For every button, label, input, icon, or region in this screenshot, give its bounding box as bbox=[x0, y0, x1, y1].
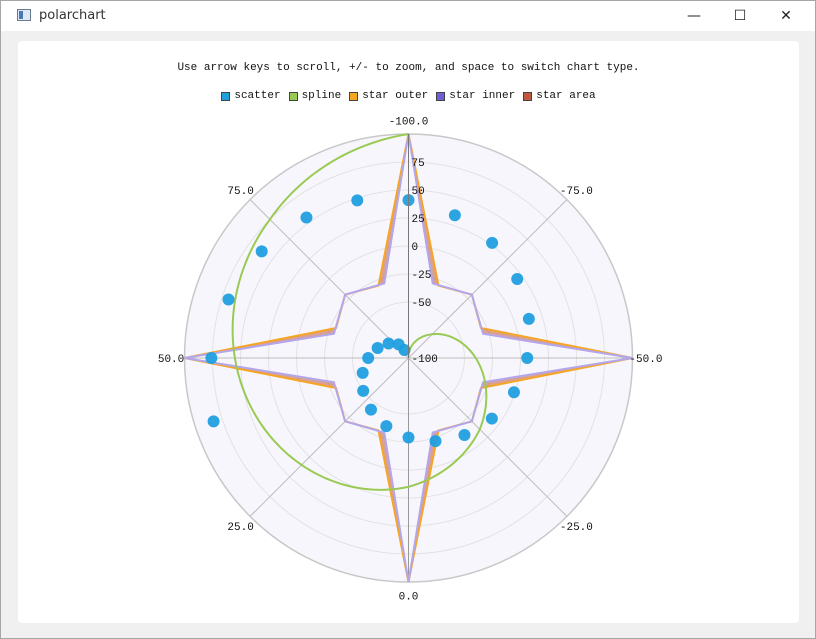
window-title: polarchart bbox=[39, 8, 106, 23]
app-icon bbox=[17, 9, 31, 21]
scatter-point bbox=[357, 384, 370, 397]
angular-tick-label: 75.0 bbox=[227, 186, 253, 198]
radial-tick-label: 0 bbox=[412, 242, 419, 254]
angular-tick-label: -100.0 bbox=[389, 117, 429, 129]
radial-tick-label: 50 bbox=[412, 186, 425, 198]
scatter-point bbox=[486, 236, 499, 249]
scatter-point bbox=[364, 403, 377, 416]
angular-tick-label: -75.0 bbox=[560, 186, 593, 198]
app-window: polarchart — ☐ ✕ Use arrow keys to scrol… bbox=[0, 0, 816, 639]
scatter-point bbox=[255, 245, 268, 258]
close-button[interactable]: ✕ bbox=[763, 1, 809, 31]
scatter-point bbox=[485, 412, 498, 425]
radial-tick-label: 25 bbox=[412, 214, 425, 226]
scatter-point bbox=[511, 273, 524, 286]
maximize-button[interactable]: ☐ bbox=[717, 1, 763, 31]
scatter-point bbox=[362, 352, 375, 364]
scatter-point bbox=[382, 337, 395, 350]
chart-view[interactable]: Use arrow keys to scroll, +/- to zoom, a… bbox=[18, 41, 799, 623]
scatter-point bbox=[402, 431, 415, 444]
scatter-point bbox=[300, 211, 313, 224]
scatter-point bbox=[458, 429, 471, 442]
scatter-point bbox=[371, 341, 384, 354]
minimize-button[interactable]: — bbox=[671, 1, 717, 31]
radial-tick-label: -100 bbox=[412, 354, 438, 366]
scatter-point bbox=[429, 435, 442, 448]
scatter-point bbox=[522, 312, 535, 325]
radial-tick-label: 75 bbox=[412, 158, 425, 170]
scatter-point bbox=[351, 194, 364, 207]
angular-tick-label: -25.0 bbox=[560, 522, 593, 534]
angular-tick-label: 0.0 bbox=[399, 591, 419, 603]
radial-tick-label: -25 bbox=[412, 270, 432, 282]
radial-tick-label: -50 bbox=[412, 298, 432, 310]
scatter-point bbox=[448, 209, 461, 222]
polar-plot-area: -100.0 -75.0 -50.0 -25.0 0.0 25.0 50.0 75.0 75 50… bbox=[158, 117, 663, 604]
scatter-point bbox=[222, 293, 235, 306]
title-bar[interactable]: polarchart — ☐ ✕ bbox=[1, 1, 815, 31]
scatter-point bbox=[521, 352, 534, 364]
angular-tick-label: 50.0 bbox=[158, 354, 184, 366]
angular-tick-label: 25.0 bbox=[227, 522, 253, 534]
scatter-point bbox=[507, 386, 520, 399]
angular-tick-label: -50.0 bbox=[629, 354, 662, 366]
scatter-point bbox=[205, 352, 218, 364]
scatter-point bbox=[380, 420, 393, 433]
scatter-point bbox=[207, 415, 220, 428]
scatter-point bbox=[356, 366, 369, 379]
